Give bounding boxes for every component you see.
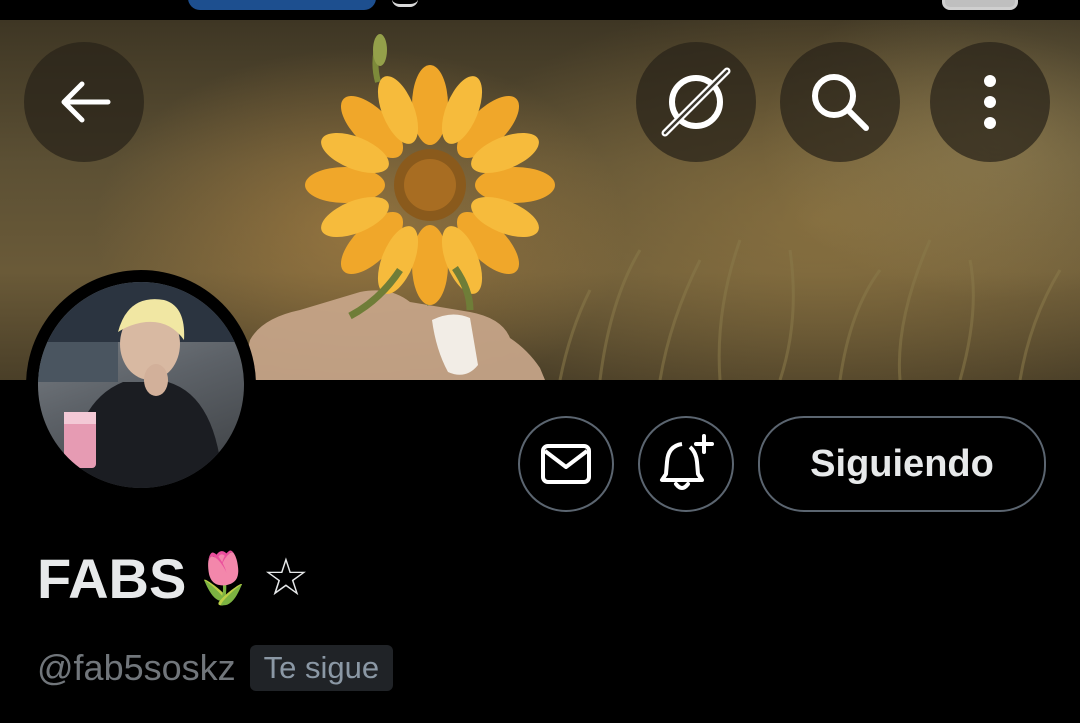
grok-slash-icon	[661, 67, 731, 137]
status-bar	[0, 0, 1080, 20]
battery-icon	[942, 0, 1018, 10]
more-vertical-icon	[984, 75, 996, 129]
star-icon: ☆	[262, 549, 310, 607]
following-button[interactable]: Siguiendo	[758, 416, 1046, 512]
display-name-text: FABS	[37, 546, 187, 610]
status-indicator	[392, 0, 418, 7]
profile-page: Siguiendo FABS 🌷 ☆ @fab5soskz Te sigue	[0, 0, 1080, 723]
avatar-image	[38, 282, 244, 488]
search-icon	[812, 74, 869, 131]
user-handle: @fab5soskz	[37, 647, 236, 688]
grok-button[interactable]	[636, 42, 756, 162]
status-pill	[188, 0, 376, 10]
follows-you-badge: Te sigue	[249, 645, 394, 691]
handle-row: @fab5soskz Te sigue	[37, 644, 394, 692]
bell-plus-icon	[660, 434, 714, 490]
display-name: FABS 🌷 ☆	[37, 543, 309, 613]
message-button[interactable]	[518, 416, 614, 512]
avatar[interactable]	[26, 270, 256, 500]
more-options-button[interactable]	[930, 42, 1050, 162]
search-button[interactable]	[780, 42, 900, 162]
envelope-icon	[541, 444, 591, 484]
tulip-emoji: 🌷	[192, 549, 255, 606]
arrow-left-icon	[61, 81, 111, 123]
back-button[interactable]	[24, 42, 144, 162]
notifications-button[interactable]	[638, 416, 734, 512]
